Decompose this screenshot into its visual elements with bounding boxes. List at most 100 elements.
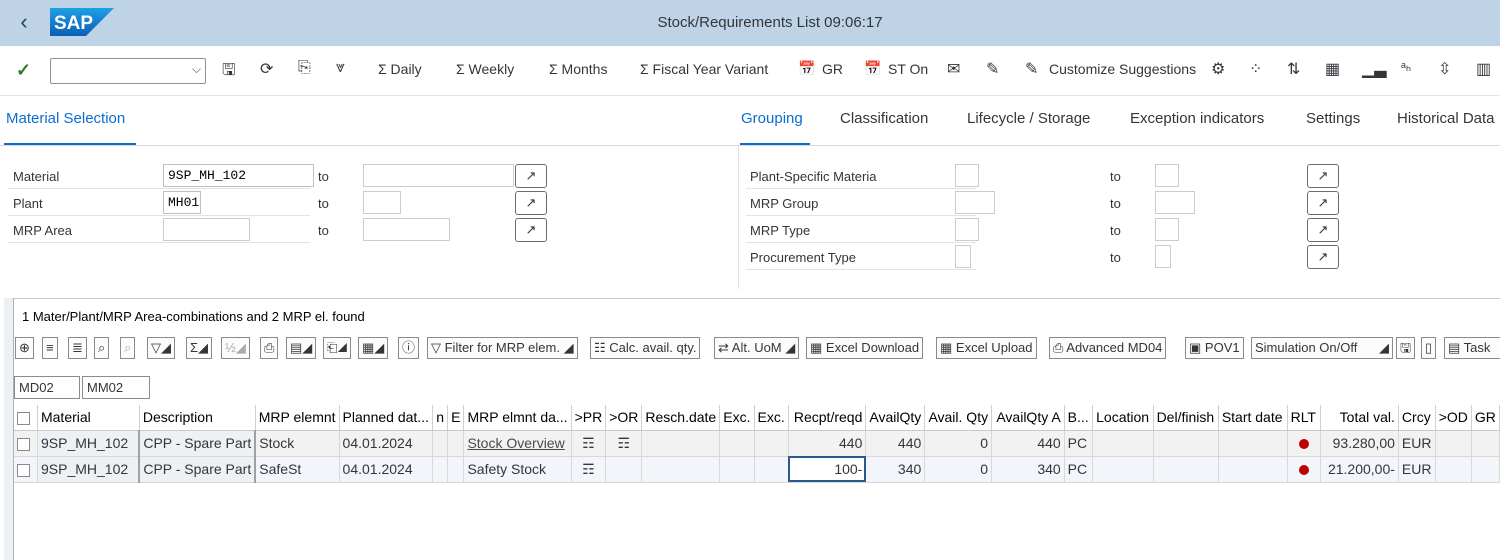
export-icon[interactable]: ⎗◢ — [323, 337, 352, 359]
multiple-selection-button[interactable]: ↗ — [1307, 164, 1339, 188]
filter-icon[interactable]: ⩔ — [336, 59, 345, 77]
convert-icon[interactable]: ☶ — [582, 435, 595, 451]
save-icon[interactable]: 🖫 — [222, 59, 236, 86]
view-icon[interactable]: ▤◢ — [286, 337, 317, 359]
filter-field-mm02[interactable]: MM02 — [82, 376, 150, 399]
material-to-field[interactable] — [363, 164, 514, 187]
tab-classification[interactable]: Classification — [840, 110, 928, 127]
sort-descending-icon[interactable]: ≣ — [68, 337, 87, 359]
procurement-type-to-field[interactable] — [1155, 245, 1171, 268]
spelling-icon[interactable]: ᵃₕ — [1401, 59, 1411, 75]
select-all-checkbox[interactable] — [14, 405, 38, 431]
weekly-button[interactable]: Σ Weekly — [456, 61, 514, 77]
column-header[interactable]: AvailQty — [865, 405, 926, 431]
pr-cell[interactable]: ☶ — [571, 456, 607, 483]
zoom-icon[interactable]: ⊕ — [15, 337, 34, 359]
calc-avail-qty-button[interactable]: ☷ Calc. avail. qty. — [590, 337, 701, 359]
recpt-reqd-cell[interactable]: 100- — [788, 456, 867, 483]
or-cell[interactable]: ☶ — [605, 430, 643, 457]
copy-icon[interactable]: ⎘ — [298, 59, 311, 77]
column-header[interactable]: Del/finish — [1153, 405, 1219, 431]
months-button[interactable]: Σ Months — [549, 61, 607, 77]
simulation-toggle-button[interactable]: Simulation On/Off ◢ — [1251, 337, 1393, 359]
subtotal-icon[interactable]: ½◢ — [221, 337, 250, 359]
column-header[interactable]: Resch.date — [641, 405, 721, 431]
command-field[interactable]: ⌵ — [50, 58, 206, 84]
find-next-icon[interactable]: ⌕ — [120, 337, 136, 359]
bar-chart-icon[interactable]: ▁▃ — [1362, 59, 1387, 79]
multiple-selection-button[interactable]: ↗ — [1307, 245, 1339, 269]
column-header[interactable]: GR — [1471, 405, 1500, 431]
excel-upload-button[interactable]: ▦ Excel Upload — [936, 337, 1037, 359]
tab-grouping[interactable]: Grouping — [741, 110, 803, 127]
multiple-selection-button[interactable]: ↗ — [515, 164, 547, 188]
blank-page-icon[interactable]: ▯ — [1421, 337, 1437, 359]
tab-exception-indicators[interactable]: Exception indicators — [1130, 110, 1264, 127]
filter-icon[interactable]: ▽◢ — [147, 337, 175, 359]
material-from-field[interactable]: 9SP_MH_102 — [163, 164, 314, 187]
column-header[interactable]: Location — [1092, 405, 1154, 431]
sync-icon[interactable]: ⇅ — [1287, 59, 1300, 79]
table-row[interactable]: 9SP_MH_102 CPP - Spare Part SafeSt 04.01… — [14, 456, 1500, 483]
column-header[interactable]: MRP elemnt — [255, 405, 340, 431]
refresh-icon[interactable]: ⟳ — [260, 59, 273, 79]
info-icon[interactable]: ⓘ — [398, 337, 420, 359]
mail-icon[interactable]: ✉ — [947, 59, 960, 79]
check-icon[interactable]: ✓ — [16, 60, 31, 81]
column-header[interactable]: Avail. Qty — [924, 405, 993, 431]
column-header[interactable]: AvailQty A — [991, 405, 1065, 431]
pov1-button[interactable]: ▣ POV1 — [1185, 337, 1244, 359]
sum-icon[interactable]: Σ◢ — [186, 337, 213, 359]
multiple-selection-button[interactable]: ↗ — [515, 218, 547, 242]
column-header[interactable]: Description — [139, 405, 256, 431]
column-header[interactable]: Start date — [1218, 405, 1288, 431]
chevron-down-icon[interactable]: ⌵ — [192, 62, 201, 77]
mrp-group-from-field[interactable] — [955, 191, 995, 214]
tab-historical-data[interactable]: Historical Data — [1397, 110, 1497, 127]
mrp-type-from-field[interactable] — [955, 218, 979, 241]
column-header[interactable]: Material — [37, 405, 140, 431]
multiple-selection-button[interactable]: ↗ — [1307, 218, 1339, 242]
column-header[interactable]: Recpt/reqd — [788, 405, 867, 431]
column-header[interactable]: Planned dat... — [339, 405, 434, 431]
tab-settings[interactable]: Settings — [1306, 110, 1360, 127]
network-icon[interactable]: ⁘ — [1249, 59, 1262, 79]
mrp-group-to-field[interactable] — [1155, 191, 1195, 214]
print-icon[interactable]: ⎙ — [260, 337, 279, 359]
row-checkbox[interactable] — [14, 430, 38, 457]
column-header[interactable]: E — [447, 405, 465, 431]
multiple-selection-button[interactable]: ↗ — [515, 191, 547, 215]
alt-uom-button[interactable]: ⇄ Alt. UoM ◢ — [714, 337, 800, 359]
grid-splitter[interactable] — [4, 298, 14, 560]
column-header[interactable]: >PR — [571, 405, 607, 431]
plant-specific-from-field[interactable] — [955, 164, 979, 187]
plant-from-field[interactable]: MH01 — [163, 191, 201, 214]
column-header[interactable]: Exc. — [754, 405, 789, 431]
column-header[interactable]: MRP elmnt da... — [463, 405, 572, 431]
row-checkbox[interactable] — [14, 456, 38, 483]
convert-icon[interactable]: ☶ — [582, 461, 595, 477]
column-header[interactable]: n — [432, 405, 449, 431]
filter-mrp-elements-button[interactable]: ▽ Filter for MRP elem. ◢ — [427, 337, 578, 359]
mrp-type-to-field[interactable] — [1155, 218, 1179, 241]
grid-icon[interactable]: ▦ — [1325, 59, 1340, 79]
filter-field-md02[interactable]: MD02 — [14, 376, 80, 399]
column-header[interactable]: Exc. — [719, 405, 755, 431]
convert-icon[interactable]: ☶ — [618, 435, 631, 451]
layout-icon[interactable]: ▥ — [1476, 59, 1491, 79]
find-icon[interactable]: ⌕ — [94, 337, 110, 359]
sort-icon[interactable]: ⇳ — [1438, 59, 1451, 79]
customize-suggestions-button[interactable]: Customize Suggestions — [1049, 61, 1196, 77]
column-header[interactable]: Crcy — [1398, 405, 1436, 431]
tab-material-selection[interactable]: Material Selection — [6, 110, 125, 127]
gear-icon[interactable]: ⚙ — [1211, 59, 1225, 79]
st-on-button[interactable]: ST On — [888, 61, 928, 77]
multiple-selection-button[interactable]: ↗ — [1307, 191, 1339, 215]
mrp-area-from-field[interactable] — [163, 218, 250, 241]
gr-button[interactable]: GR — [822, 61, 843, 77]
excel-download-button[interactable]: ▦ Excel Download — [806, 337, 924, 359]
advanced-md04-button[interactable]: ⎙ Advanced MD04 — [1049, 337, 1167, 359]
column-header[interactable]: B... — [1064, 405, 1094, 431]
sort-ascending-icon[interactable]: ≡ — [42, 337, 58, 359]
daily-button[interactable]: Σ Daily — [378, 61, 422, 77]
